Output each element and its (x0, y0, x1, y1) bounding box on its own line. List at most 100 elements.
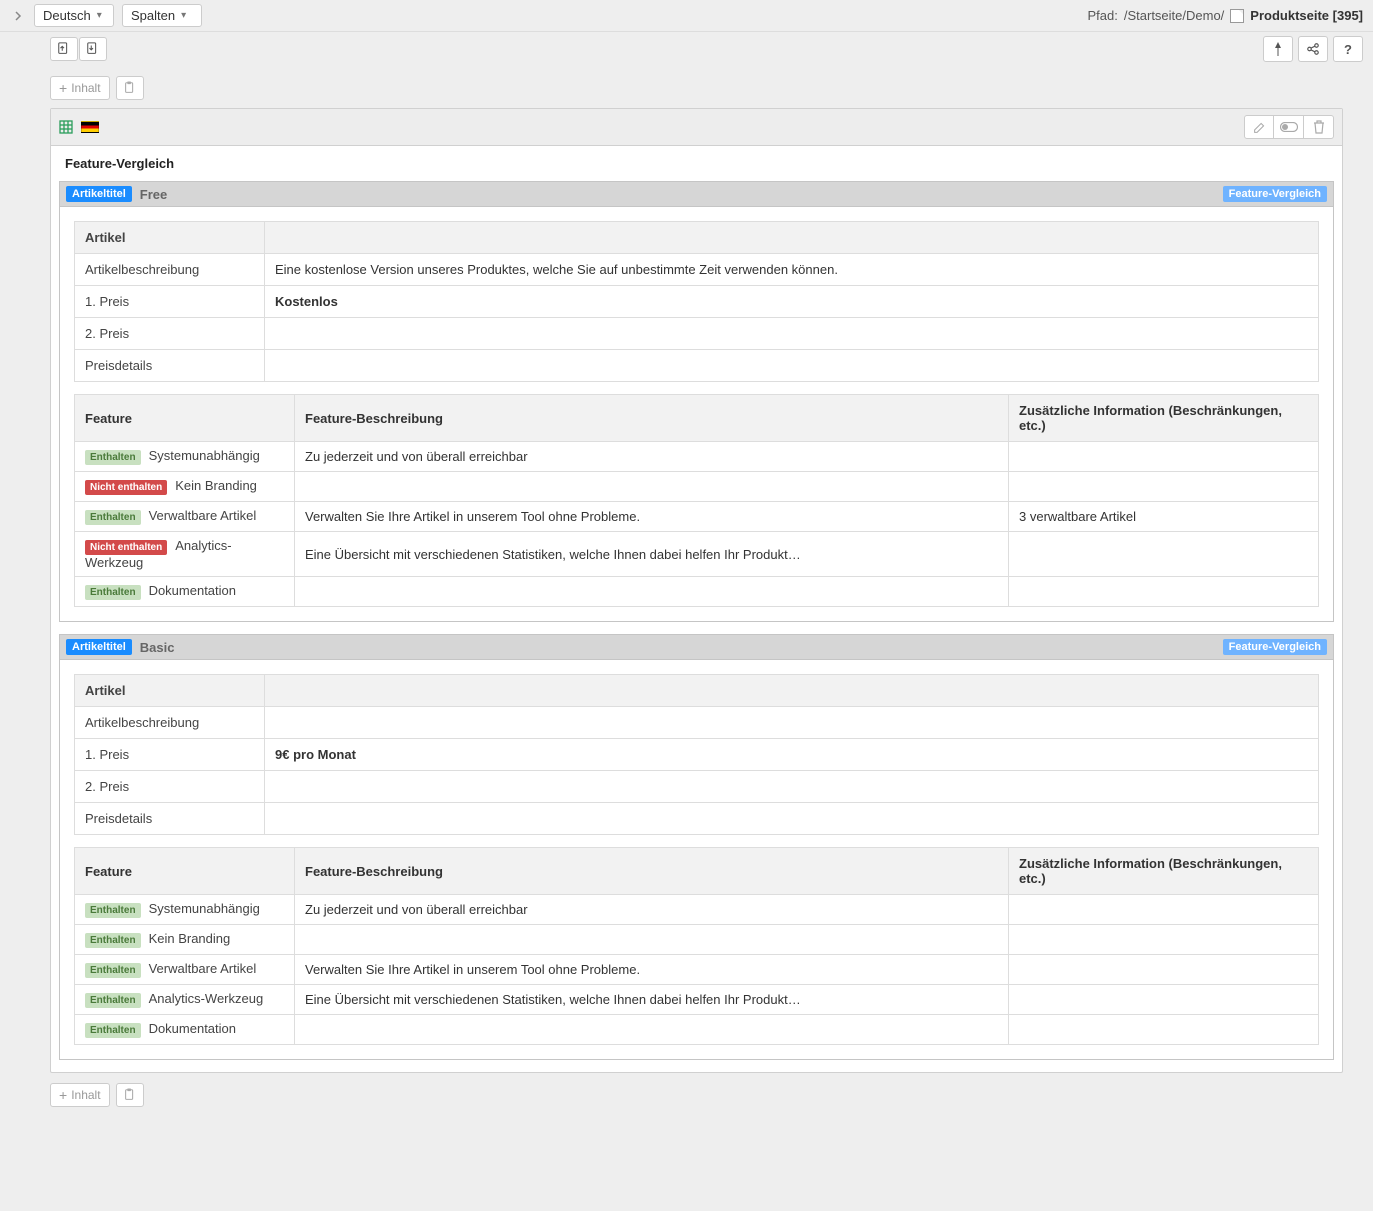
feature-desc: Zu jederzeit und von überall erreichbar (295, 442, 1009, 472)
feature-name: Analytics-Werkzeug (149, 991, 264, 1006)
row-value (265, 350, 1319, 382)
add-content-row-bottom: + Inhalt (50, 1083, 1343, 1107)
toggle-button[interactable] (1274, 115, 1304, 139)
path-value: /Startseite/Demo/ (1124, 8, 1224, 23)
table-header-row: FeatureFeature-BeschreibungZusätzliche I… (75, 848, 1319, 895)
item-basic: ArtikeltitelBasicFeature-VergleichArtike… (59, 634, 1334, 1060)
flag-de-icon (81, 121, 99, 133)
feature-extra (1009, 472, 1319, 502)
share-button[interactable] (1298, 36, 1328, 62)
feature-cell: EnthaltenSystemunabhängig (75, 895, 295, 925)
pill-nicht-enthalten: Nicht enthalten (85, 480, 167, 495)
item-bar[interactable]: ArtikeltitelFreeFeature-Vergleich (59, 181, 1334, 207)
feature-name: Systemunabhängig (149, 448, 260, 463)
row-value: Eine kostenlose Version unseres Produkte… (265, 254, 1319, 286)
plus-icon: + (59, 81, 67, 95)
row-value: 9€ pro Monat (265, 739, 1319, 771)
feature-extra (1009, 955, 1319, 985)
table-row: ArtikelbeschreibungEine kostenlose Versi… (75, 254, 1319, 286)
paste-button[interactable] (116, 76, 144, 100)
table-row: Artikelbeschreibung (75, 707, 1319, 739)
feature-cell: Nicht enthaltenKein Branding (75, 472, 295, 502)
row-label: Artikel (75, 675, 265, 707)
feature-cell: EnthaltenVerwaltbare Artikel (75, 502, 295, 532)
feature-cell: Enthalten Dokumentation (75, 577, 295, 607)
feature-desc: Eine Übersicht mit verschiedenen Statist… (295, 532, 1009, 577)
add-content-button[interactable]: + Inhalt (50, 1083, 110, 1107)
page-title: Produktseite [395] (1250, 8, 1363, 23)
feature-cell: Nicht enthaltenAnalytics-Werkzeug (75, 532, 295, 577)
feature-name: Dokumentation (149, 1021, 236, 1036)
layout-select[interactable]: Spalten ▾ (122, 4, 202, 27)
secondbar-right: ? (1263, 36, 1363, 62)
row-label: 1. Preis (75, 739, 265, 771)
table-row: Preisdetails (75, 803, 1319, 835)
item-bar[interactable]: ArtikeltitelBasicFeature-Vergleich (59, 634, 1334, 660)
cache-button[interactable] (1263, 36, 1293, 62)
feature-cell: Enthalten Dokumentation (75, 1015, 295, 1045)
feature-name: Dokumentation (149, 583, 236, 598)
block-header (51, 109, 1342, 146)
feature-row: EnthaltenSystemunabhängigZu jederzeit un… (75, 895, 1319, 925)
row-value (265, 222, 1319, 254)
plus-icon: + (59, 1088, 67, 1102)
language-select-label: Deutsch (43, 8, 91, 23)
row-label: Preisdetails (75, 350, 265, 382)
pill-enthalten: Enthalten (85, 993, 141, 1008)
row-value (265, 771, 1319, 803)
pill-enthalten: Enthalten (85, 963, 141, 978)
artikel-table: ArtikelArtikelbeschreibung1. Preis9€ pro… (74, 674, 1319, 835)
feature-desc (295, 1015, 1009, 1045)
features-table: FeatureFeature-BeschreibungZusätzliche I… (74, 847, 1319, 1045)
pill-enthalten: Enthalten (85, 903, 141, 918)
paste-button[interactable] (116, 1083, 144, 1107)
breadcrumb: Pfad: /Startseite/Demo/ Produktseite [39… (1088, 8, 1364, 23)
artikel-table: ArtikelArtikelbeschreibungEine kostenlos… (74, 221, 1319, 382)
feature-row: EnthaltenVerwaltbare ArtikelVerwalten Si… (75, 955, 1319, 985)
row-label: 2. Preis (75, 318, 265, 350)
features-table: FeatureFeature-BeschreibungZusätzliche I… (74, 394, 1319, 607)
secondbar-left (50, 37, 107, 61)
chevron-down-icon: ▾ (97, 10, 102, 21)
feature-desc (295, 472, 1009, 502)
secondbar: ? (0, 32, 1373, 66)
delete-button[interactable] (1304, 115, 1334, 139)
col-extra: Zusätzliche Information (Beschränkungen,… (1009, 848, 1319, 895)
feature-row: Nicht enthaltenAnalytics-WerkzeugEine Üb… (75, 532, 1319, 577)
feature-name: Verwaltbare Artikel (149, 961, 257, 976)
row-value (265, 675, 1319, 707)
language-select[interactable]: Deutsch ▾ (34, 4, 114, 27)
expand-sidebar-icon[interactable] (10, 8, 26, 24)
feature-desc (295, 577, 1009, 607)
tag-artikeltitel: Artikeltitel (66, 186, 132, 202)
content: + Inhalt (0, 66, 1373, 1145)
table-row: 2. Preis (75, 318, 1319, 350)
pill-enthalten: Enthalten (85, 933, 141, 948)
row-label: Artikelbeschreibung (75, 707, 265, 739)
help-button[interactable]: ? (1333, 36, 1363, 62)
pill-enthalten: Enthalten (85, 585, 141, 600)
tag-artikeltitel: Artikeltitel (66, 639, 132, 655)
feature-extra (1009, 577, 1319, 607)
feature-extra: 3 verwaltbare Artikel (1009, 502, 1319, 532)
col-feature: Feature (75, 848, 295, 895)
edit-button[interactable] (1244, 115, 1274, 139)
row-value (265, 318, 1319, 350)
row-value (265, 707, 1319, 739)
feature-extra (1009, 1015, 1319, 1045)
pill-enthalten: Enthalten (85, 1023, 141, 1038)
export-button[interactable] (79, 37, 107, 61)
grid-icon (59, 120, 73, 134)
row-value (265, 803, 1319, 835)
feature-cell: Enthalten Analytics-Werkzeug (75, 985, 295, 1015)
row-label: 2. Preis (75, 771, 265, 803)
feature-extra (1009, 895, 1319, 925)
table-row: 2. Preis (75, 771, 1319, 803)
row-label: Preisdetails (75, 803, 265, 835)
page-icon (1230, 9, 1244, 23)
col-feature-desc: Feature-Beschreibung (295, 395, 1009, 442)
add-content-label: Inhalt (71, 1088, 100, 1102)
import-button[interactable] (50, 37, 78, 61)
feature-extra (1009, 925, 1319, 955)
add-content-button[interactable]: + Inhalt (50, 76, 110, 100)
